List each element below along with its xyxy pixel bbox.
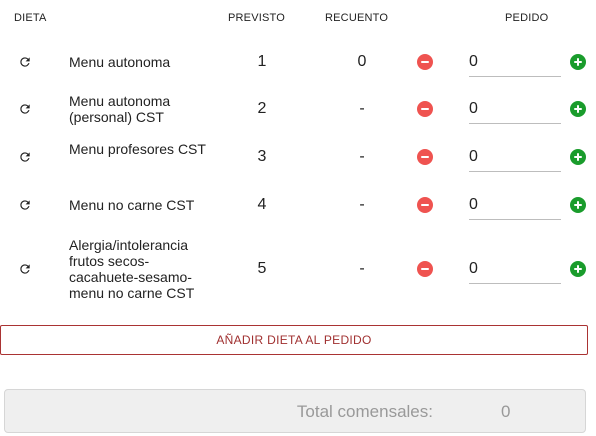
recuento-value: - [359,260,365,277]
decrease-button[interactable] [417,54,433,70]
pedido-input[interactable] [469,48,561,77]
total-value: 0 [501,402,511,421]
table-row: Menu autonoma (personal) CST 2 - [0,92,596,128]
recuento-value: - [359,196,365,213]
increase-button[interactable] [570,149,586,165]
table-row: Alergia/intolerancia frutos secos-cacahu… [0,236,596,304]
decrease-button[interactable] [417,101,433,117]
header-recuento: RECUENTO [325,12,389,24]
increase-button[interactable] [570,101,586,117]
table-row: Menu profesores CST 3 - [0,140,596,176]
refresh-icon[interactable] [16,148,34,166]
previsto-value: 1 [257,53,267,70]
previsto-value: 5 [257,260,267,277]
previsto-value: 4 [257,196,267,213]
decrease-button[interactable] [417,197,433,213]
pedido-input[interactable] [469,255,561,284]
diet-name: Menu profesores CST [69,141,206,157]
header-pedido: PEDIDO [505,12,549,24]
header-previsto: PREVISTO [228,12,286,24]
diet-name: Alergia/intolerancia frutos secos-cacahu… [69,237,195,301]
decrease-button[interactable] [417,261,433,277]
diet-name: Menu no carne CST [69,197,195,213]
recuento-value: - [359,148,365,165]
previsto-value: 2 [257,100,267,117]
refresh-icon[interactable] [16,196,34,214]
header-dieta: DIETA [14,12,47,24]
decrease-button[interactable] [417,149,433,165]
increase-button[interactable] [570,197,586,213]
refresh-icon[interactable] [16,260,34,278]
diet-name: Menu autonoma [69,54,171,70]
table-row: Menu no carne CST 4 - [0,191,596,220]
pedido-input[interactable] [469,191,561,220]
increase-button[interactable] [570,261,586,277]
refresh-icon[interactable] [16,100,34,118]
refresh-icon[interactable] [16,53,34,71]
total-panel: Total comensales: 0 [4,389,586,433]
pedido-input[interactable] [469,143,561,172]
increase-button[interactable] [570,54,586,70]
diet-name: Menu autonoma (personal) CST [69,93,171,125]
recuento-value: 0 [357,53,367,70]
previsto-value: 3 [257,148,267,165]
pedido-input[interactable] [469,95,561,124]
table-row: Menu autonoma 1 0 [0,48,596,77]
total-label: Total comensales: [296,402,433,421]
add-diet-button[interactable]: AÑADIR DIETA AL PEDIDO [0,325,588,355]
recuento-value: - [359,100,365,117]
